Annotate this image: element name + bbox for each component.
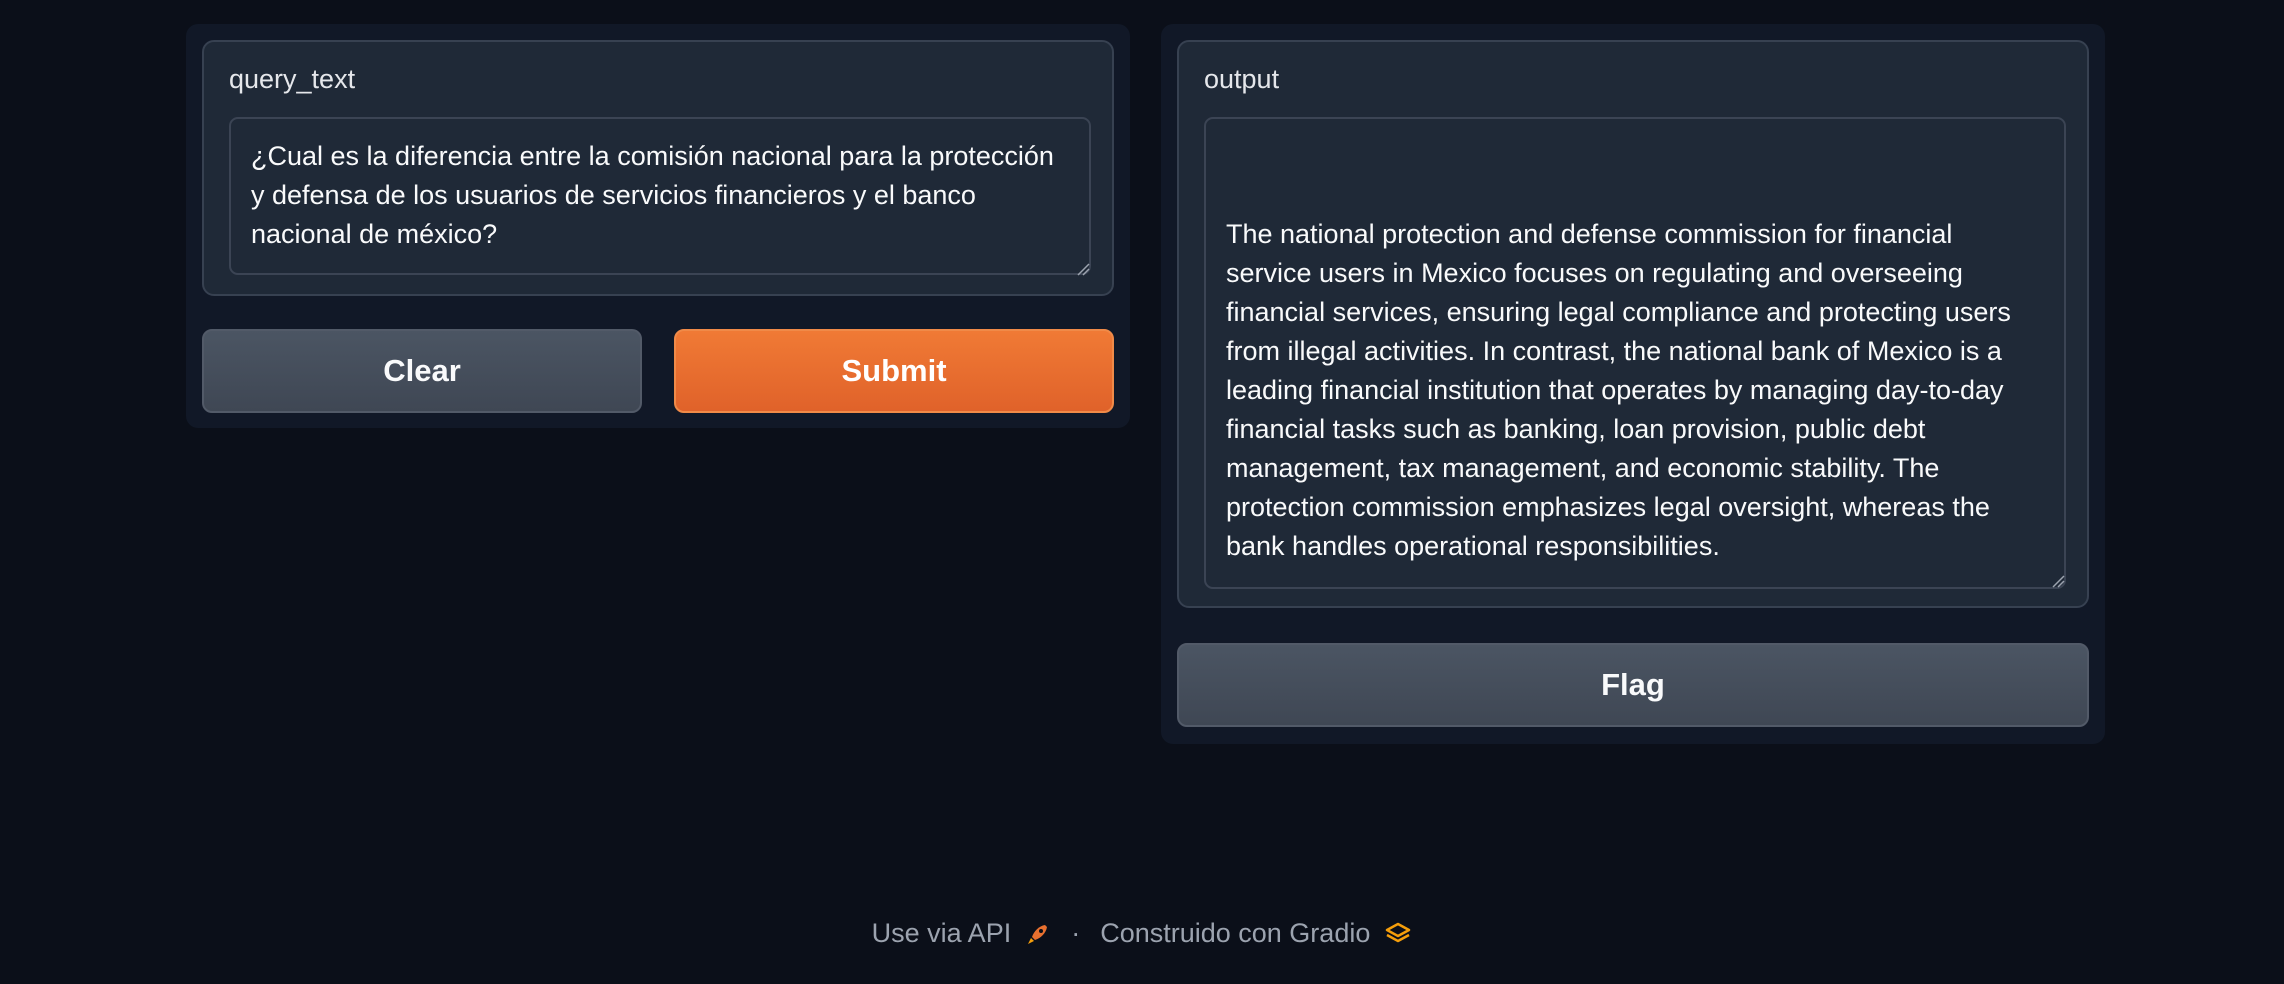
output-textbox[interactable]: The national protection and defense comm… <box>1204 117 2066 589</box>
input-panel: query_text ¿Cual es la diferencia entre … <box>186 24 1130 428</box>
submit-button[interactable]: Submit <box>674 329 1114 413</box>
footer: Use via API · Construido con Gradio <box>0 918 2284 949</box>
gradio-logo-icon <box>1384 921 1412 947</box>
query-text-block: query_text ¿Cual es la diferencia entre … <box>202 40 1114 296</box>
output-block: output The national protection and defen… <box>1177 40 2089 608</box>
query-text-label: query_text <box>229 64 356 94</box>
rocket-icon <box>1025 921 1051 947</box>
built-with-gradio-link[interactable]: Construido con Gradio <box>1100 918 1370 949</box>
query-text-input[interactable]: ¿Cual es la diferencia entre la comisión… <box>229 117 1091 275</box>
use-via-api-link[interactable]: Use via API <box>872 918 1012 949</box>
resize-handle-icon[interactable] <box>2051 574 2065 588</box>
output-panel: output The national protection and defen… <box>1161 24 2105 744</box>
clear-button[interactable]: Clear <box>202 329 642 413</box>
resize-handle-icon[interactable] <box>1076 262 1090 276</box>
output-label: output <box>1204 64 1280 94</box>
footer-separator: · <box>1071 918 1081 948</box>
flag-button[interactable]: Flag <box>1177 643 2089 727</box>
